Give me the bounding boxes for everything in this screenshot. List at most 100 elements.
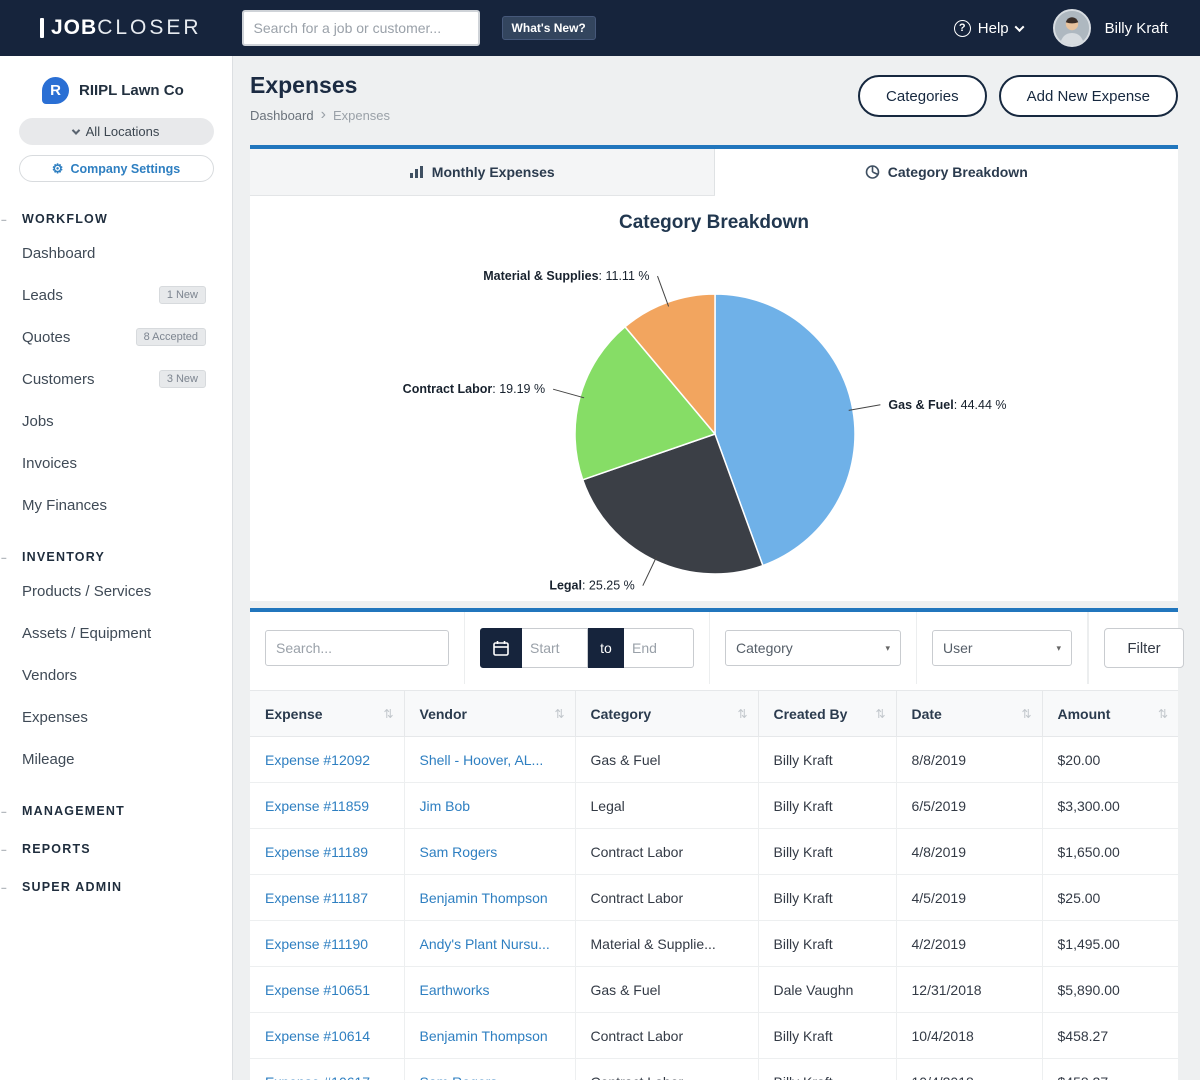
column-label: Category [591, 706, 652, 722]
tree-dash-icon: -- [1, 845, 6, 856]
filter-button[interactable]: Filter [1104, 628, 1184, 668]
cell-category: Contract Labor [575, 829, 758, 875]
sidebar-item-assets-equipment[interactable]: Assets / Equipment [0, 612, 232, 654]
sidebar-item-products-services[interactable]: Products / Services [0, 570, 232, 612]
sidebar-item-dashboard[interactable]: Dashboard [0, 232, 232, 274]
filter-bar: to Category ▾ User ▾ [250, 612, 1178, 684]
pie-label-material-supplies: Material & Supplies: 11.11 % [483, 269, 649, 283]
sidebar-section-reports: --REPORTS [0, 842, 232, 856]
cell-vendor[interactable]: Andy's Plant Nursu... [404, 921, 575, 967]
sidebar-item-vendors[interactable]: Vendors [0, 654, 232, 696]
chart-card: Monthly Expenses Category Breakdown Cate… [250, 145, 1178, 601]
cell-amount: $5,890.00 [1042, 967, 1178, 1013]
cell-created-by: Billy Kraft [758, 1013, 896, 1059]
column-label: Expense [265, 706, 323, 722]
tab-monthly-expenses[interactable]: Monthly Expenses [250, 149, 715, 195]
cell-expense[interactable]: Expense #11187 [250, 875, 404, 921]
cell-vendor[interactable]: Sam Rogers [404, 829, 575, 875]
company-settings-button[interactable]: ⚙ Company Settings [19, 155, 214, 182]
sidebar-nav: --WORKFLOW Dashboard Leads 1 New Quotes8 Acc… [0, 212, 232, 894]
cell-date: 12/31/2018 [896, 967, 1042, 1013]
cell-vendor[interactable]: Benjamin Thompson [404, 875, 575, 921]
select-arrow-icon: ▾ [1056, 643, 1061, 654]
column-header-expense[interactable]: Expense ⇅ [250, 691, 404, 737]
cell-expense[interactable]: Expense #12092 [250, 737, 404, 783]
table-row: Expense #12092Shell - Hoover, AL...Gas &… [250, 737, 1178, 783]
column-label: Date [912, 706, 942, 722]
cell-amount: $20.00 [1042, 737, 1178, 783]
help-menu[interactable]: ? Help [954, 20, 1023, 37]
pie-chart[interactable]: Gas & Fuel: 44.44 %Legal: 25.25 %Contrac… [250, 196, 1178, 601]
sort-icon[interactable]: ⇅ [554, 707, 564, 721]
sidebar-item-invoices[interactable]: Invoices [0, 442, 232, 484]
cell-expense[interactable]: Expense #11190 [250, 921, 404, 967]
user-select[interactable]: User ▾ [932, 630, 1072, 666]
column-header-date[interactable]: Date ⇅ [896, 691, 1042, 737]
cell-category: Material & Supplie... [575, 921, 758, 967]
table-search-input[interactable] [265, 630, 449, 666]
all-locations-dropdown[interactable]: All Locations [19, 118, 214, 145]
sidebar-item-jobs[interactable]: Jobs [0, 400, 232, 442]
cell-expense[interactable]: Expense #10617 [250, 1059, 404, 1080]
cell-expense[interactable]: Expense #10651 [250, 967, 404, 1013]
category-select[interactable]: Category ▾ [725, 630, 901, 666]
end-date-input[interactable] [624, 628, 694, 668]
column-header-amount[interactable]: Amount ⇅ [1042, 691, 1178, 737]
chevron-down-icon [1014, 22, 1024, 32]
start-date-input[interactable] [522, 628, 588, 668]
pie-label-leader-line [658, 276, 669, 306]
sidebar-item-label: Leads [22, 287, 63, 304]
sort-icon[interactable]: ⇅ [383, 707, 393, 721]
whats-new-button[interactable]: What's New? [502, 16, 596, 40]
sort-icon[interactable]: ⇅ [1158, 707, 1168, 721]
table-row: Expense #11859Jim BobLegalBilly Kraft6/5… [250, 783, 1178, 829]
sidebar-item-label: My Finances [22, 497, 107, 514]
calendar-icon [493, 640, 509, 656]
sidebar-item-expenses[interactable]: Expenses [0, 696, 232, 738]
sort-icon[interactable]: ⇅ [737, 707, 747, 721]
cell-amount: $3,300.00 [1042, 783, 1178, 829]
categories-button[interactable]: Categories [858, 75, 987, 117]
app-logo[interactable]: JOB CLOSER [40, 16, 202, 40]
cell-vendor[interactable]: Benjamin Thompson [404, 1013, 575, 1059]
sort-icon[interactable]: ⇅ [875, 707, 885, 721]
cell-vendor[interactable]: Jim Bob [404, 783, 575, 829]
calendar-button[interactable] [480, 628, 522, 668]
column-label: Amount [1058, 706, 1111, 722]
sidebar-item-quotes[interactable]: Quotes8 Accepted [0, 316, 232, 358]
cell-date: 4/8/2019 [896, 829, 1042, 875]
sidebar-item-badge: 1 New [159, 286, 206, 304]
cell-expense[interactable]: Expense #11189 [250, 829, 404, 875]
global-search-input[interactable] [242, 10, 480, 46]
cell-date: 10/4/2018 [896, 1013, 1042, 1059]
avatar-image [1055, 11, 1089, 45]
cell-created-by: Billy Kraft [758, 829, 896, 875]
user-avatar[interactable] [1053, 9, 1091, 47]
sidebar-item-leads[interactable]: Leads 1 New [0, 274, 232, 316]
sidebar-item-customers[interactable]: Customers3 New [0, 358, 232, 400]
sidebar-item-my-finances[interactable]: My Finances [0, 484, 232, 526]
sidebar-item-label: Assets / Equipment [22, 625, 151, 642]
sidebar-section-management: --MANAGEMENT [0, 804, 232, 818]
sidebar-item-mileage[interactable]: Mileage [0, 738, 232, 780]
company-name: RIIPL Lawn Co [79, 82, 184, 99]
user-name[interactable]: Billy Kraft [1105, 20, 1168, 37]
column-header-created-by[interactable]: Created By⇅ [758, 691, 896, 737]
cell-expense[interactable]: Expense #10614 [250, 1013, 404, 1059]
sidebar-item-label: Customers [22, 371, 95, 388]
sidebar-section-workflow: --WORKFLOW [0, 212, 232, 226]
add-new-expense-button[interactable]: Add New Expense [999, 75, 1178, 117]
tab-label: Category Breakdown [888, 164, 1028, 180]
column-header-vendor[interactable]: Vendor⇅ [404, 691, 575, 737]
user-select-value: User [943, 640, 973, 656]
cell-vendor[interactable]: Earthworks [404, 967, 575, 1013]
help-label: Help [978, 20, 1009, 37]
breadcrumb-dashboard[interactable]: Dashboard [250, 108, 314, 123]
column-header-category[interactable]: Category ⇅ [575, 691, 758, 737]
cell-vendor[interactable]: Sam Rogers [404, 1059, 575, 1080]
cell-vendor[interactable]: Shell - Hoover, AL... [404, 737, 575, 783]
sort-icon[interactable]: ⇅ [1021, 707, 1031, 721]
cell-expense[interactable]: Expense #11859 [250, 783, 404, 829]
tab-category-breakdown[interactable]: Category Breakdown [715, 149, 1179, 196]
pie-chart-area: Category Breakdown Gas & Fuel: 44.44 %Le… [250, 196, 1178, 601]
